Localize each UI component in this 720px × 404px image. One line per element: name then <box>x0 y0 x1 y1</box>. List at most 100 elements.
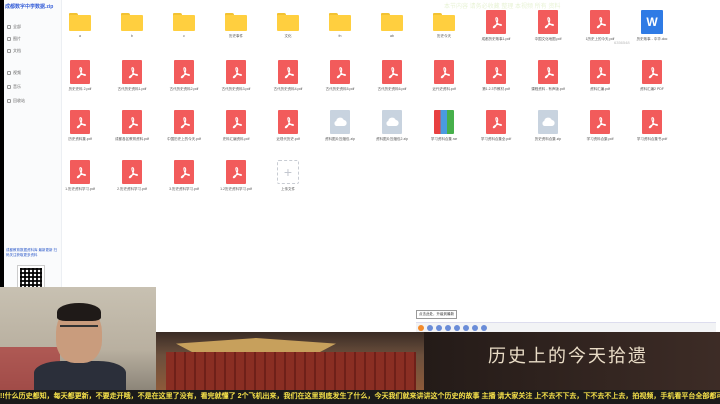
pdf-icon <box>642 60 662 84</box>
upload-tile[interactable]: + 上传文件 <box>266 160 310 208</box>
file-item[interactable]: 资料汇编.pdf <box>578 60 622 108</box>
file-item[interactable]: 2.历史资料学习.pdf <box>110 160 154 208</box>
file-item[interactable]: 古代历史资料4.pdf <box>266 60 310 108</box>
pdf-icon <box>174 110 194 134</box>
file-item[interactable]: 1.历史资料学习.pdf <box>58 160 102 208</box>
folder-icon <box>225 13 247 31</box>
app-icon[interactable] <box>481 324 487 331</box>
sidebar-item-all[interactable]: 全部 <box>7 22 59 32</box>
pdf-icon <box>486 110 506 134</box>
app-icon[interactable] <box>418 324 424 331</box>
file-item[interactable]: 史料汇编资料.pdf <box>214 110 258 158</box>
file-item[interactable]: c <box>162 10 206 58</box>
folder-icon <box>433 13 455 31</box>
file-name: 近代史资料.pdf <box>432 87 456 91</box>
app-icon[interactable] <box>445 324 451 331</box>
cloud-file-icon <box>330 110 350 134</box>
file-item[interactable]: 中国文化地图.pdf <box>526 10 570 58</box>
file-name: c <box>183 34 185 38</box>
file-item[interactable]: 资料图片压缩包2.zip <box>370 110 414 158</box>
file-item[interactable]: b <box>110 10 154 58</box>
file-name: 古代历史资料3.pdf <box>221 87 251 91</box>
file-item[interactable]: 古代历史资料3.pdf <box>214 60 258 108</box>
file-name: 历史史料 2.pdf <box>68 87 92 91</box>
pdf-icon <box>590 10 610 34</box>
pdf-icon <box>122 110 142 134</box>
file-name: 历史资料合集.zip <box>534 137 562 141</box>
file-name: 上传文件 <box>281 187 295 191</box>
file-item[interactable]: 文化 <box>266 10 310 58</box>
file-item[interactable]: 资料图片压缩包.zip <box>318 110 362 158</box>
file-name: 古代历史资料6.pdf <box>377 87 407 91</box>
file-item[interactable]: 学习资料合集全.pdf <box>474 110 518 158</box>
folder-icon <box>121 13 143 31</box>
app-icon[interactable] <box>472 324 478 331</box>
file-name: 成都各区教育资料.pdf <box>115 137 149 141</box>
file-item[interactable]: 3.历史资料学习.pdf <box>162 160 206 208</box>
file-name: 资料汇编.pdf <box>590 87 610 91</box>
file-item[interactable]: W 历史故事 - 中华.doc <box>630 10 674 58</box>
file-item[interactable]: ab <box>370 10 414 58</box>
file-item[interactable]: 课程资料 - 有声版.pdf <box>526 60 570 108</box>
file-item[interactable]: 成都历史故事1.pdf <box>474 10 518 58</box>
file-item[interactable]: fn <box>318 10 362 58</box>
folder-icon <box>381 13 403 31</box>
file-item[interactable]: 历史资料集.pdf <box>58 110 102 158</box>
sidebar-item-video[interactable]: 视频 <box>7 68 59 78</box>
folder-icon <box>69 13 91 31</box>
file-item[interactable]: 学习资料合集.pdf <box>578 110 622 158</box>
file-item[interactable]: a <box>58 10 102 58</box>
webcam-presenter-hair <box>57 303 101 321</box>
pdf-icon <box>330 60 350 84</box>
file-item[interactable]: 近代史资料.pdf <box>422 60 466 108</box>
file-item[interactable]: 历史史料 2.pdf <box>58 60 102 108</box>
cloud-file-icon <box>382 110 402 134</box>
sidebar-item-images[interactable]: 图片 <box>7 34 59 44</box>
file-item[interactable]: 中国历史上的今天.pdf <box>162 110 206 158</box>
file-item[interactable]: 古代历史资料1.pdf <box>110 60 154 108</box>
all-icon <box>7 25 11 29</box>
sidebar-title: 成都数字中学数据.zip <box>5 4 54 10</box>
pdf-icon <box>70 160 90 184</box>
pdf-icon <box>226 160 246 184</box>
app-icon[interactable] <box>427 324 433 331</box>
sidebar-item-trash[interactable]: 回收站 <box>7 96 59 106</box>
file-name: 古代历史资料5.pdf <box>325 87 355 91</box>
folder-icon <box>173 13 195 31</box>
file-name: 学习资料合集.rar <box>430 137 458 141</box>
file-name: 历史资料集.pdf <box>68 137 92 141</box>
app-icon[interactable] <box>454 324 460 331</box>
file-item[interactable]: 历史资料合集.zip <box>526 110 570 158</box>
file-item[interactable]: 历史事件 <box>214 10 258 58</box>
file-item[interactable]: 资料汇编2 PDF <box>630 60 674 108</box>
file-item[interactable]: 学习资料合集书.pdf <box>630 110 674 158</box>
file-item[interactable]: 古代历史资料5.pdf <box>318 60 362 108</box>
cloud-file-icon <box>538 110 558 134</box>
app-icon[interactable] <box>463 324 469 331</box>
file-item[interactable]: 成都各区教育资料.pdf <box>110 110 154 158</box>
file-item[interactable]: 近现代历史.pdf <box>266 110 310 158</box>
taskbar-tooltip: 点击此处，升级到最新 <box>416 310 457 319</box>
file-item[interactable]: 1.2历史资料学习.pdf <box>214 160 258 208</box>
file-item[interactable]: 学习资料合集.rar <box>422 110 466 158</box>
pdf-icon <box>434 60 454 84</box>
app-icon[interactable] <box>436 324 442 331</box>
file-name: 历史事件 <box>229 34 243 38</box>
file-item[interactable]: 古代历史资料6.pdf <box>370 60 414 108</box>
webcam-presenter-shirt <box>34 361 126 391</box>
video-icon <box>7 71 11 75</box>
sidebar-item-music[interactable]: 音乐 <box>7 82 59 92</box>
file-item[interactable]: 第1.2.3节教材.pdf <box>474 60 518 108</box>
file-item[interactable]: 历史今天 <box>422 10 466 58</box>
file-name: 中国历史上的今天.pdf <box>167 137 201 141</box>
history-banner-title: 历史上的今天拾遗 <box>488 346 648 367</box>
file-name: 第1.2.3节教材.pdf <box>482 87 510 91</box>
pdf-icon <box>174 160 194 184</box>
file-item[interactable]: 1历史上的今天.pdf <box>578 10 622 58</box>
sidebar-item-docs[interactable]: 文档 <box>7 46 59 56</box>
pdf-icon <box>278 60 298 84</box>
file-name: 资料汇编2 PDF <box>640 87 664 91</box>
file-item[interactable]: 古代历史资料2.pdf <box>162 60 206 108</box>
file-name: 资料图片压缩包.zip <box>325 137 355 141</box>
file-name: b <box>131 34 133 38</box>
